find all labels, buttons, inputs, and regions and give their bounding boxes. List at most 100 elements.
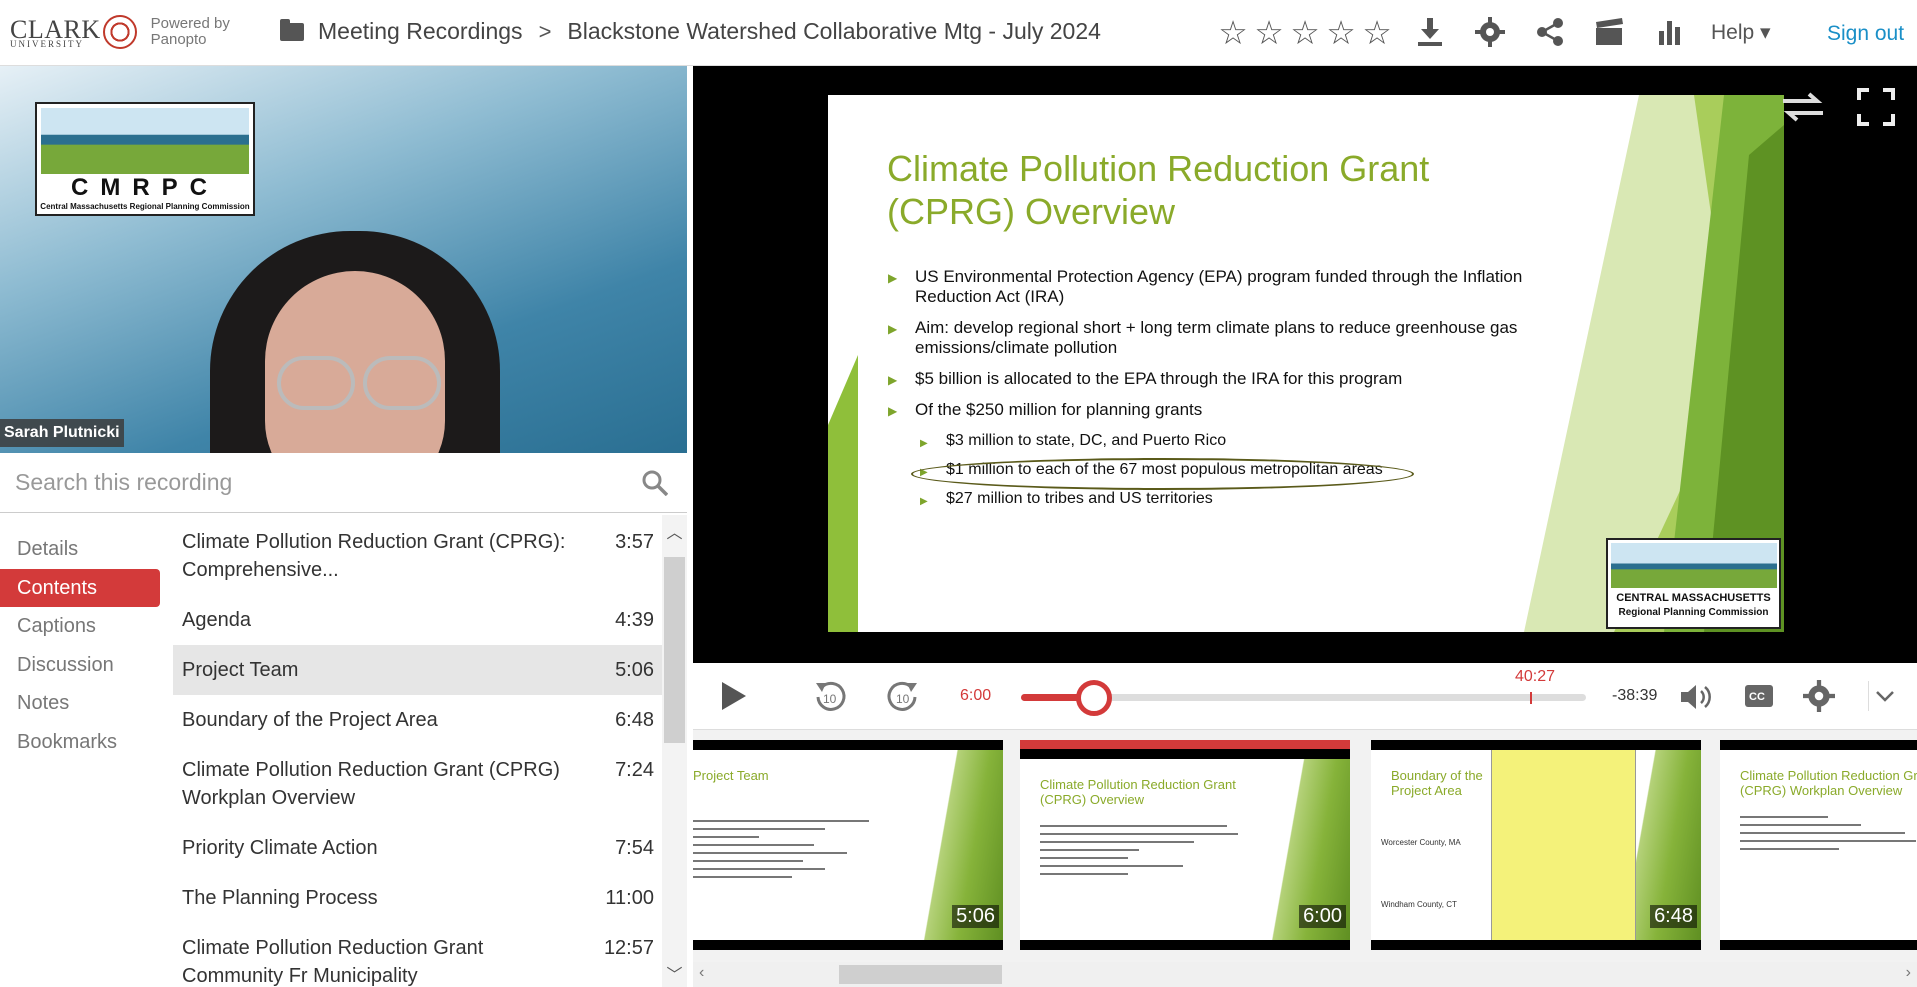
star-icon[interactable]: ☆: [1287, 13, 1323, 52]
star-icon[interactable]: ☆: [1359, 13, 1395, 52]
cmrpc-logo: CMRPC Central Massachusetts Regional Pla…: [35, 102, 255, 216]
volume-icon[interactable]: [1678, 679, 1714, 715]
remaining-time: -38:39: [1612, 687, 1658, 704]
tab-discussion[interactable]: Discussion: [0, 646, 170, 685]
thumbnail-card-current[interactable]: Climate Pollution Reduction Grant (CPRG)…: [1020, 740, 1350, 950]
thumbnail-title: Climate Pollution Reduction Grant (CPRG)…: [1740, 768, 1917, 798]
seek-bar-marker[interactable]: [1529, 692, 1532, 704]
breadcrumb-folder-link[interactable]: Meeting Recordings: [318, 18, 523, 45]
slide-sub-bullet: $3 million to state, DC, and Puerto Rico: [888, 431, 1568, 454]
fullscreen-icon[interactable]: [1851, 82, 1901, 132]
rewind-10-icon[interactable]: 10: [810, 677, 850, 717]
list-item-time: 11:00: [605, 887, 654, 909]
slide-title: Climate Pollution Reduction Grant (CPRG)…: [887, 148, 1430, 232]
thumbnail-text-lines: [1740, 816, 1917, 856]
slide-logo-line1: CENTRAL MASSACHUSETTS: [1616, 592, 1771, 604]
thumbnail-label: Worcester County, MA: [1381, 838, 1461, 847]
folder-icon: [280, 18, 304, 41]
list-item-title: Climate Pollution Reduction Grant (CPRG)…: [182, 531, 566, 581]
side-tabs: Details Contents Captions Discussion Not…: [0, 530, 170, 761]
list-item-selected[interactable]: Project Team 5:06: [173, 645, 663, 695]
share-icon[interactable]: [1525, 12, 1575, 52]
list-item-time: 5:06: [615, 659, 654, 681]
search-bar: [0, 453, 687, 513]
slide-left-decoration: [828, 355, 858, 632]
list-item-title: The Planning Process: [182, 887, 378, 909]
forward-10-icon[interactable]: 10: [883, 677, 923, 717]
rating-stars: ☆ ☆ ☆ ☆ ☆: [1215, 13, 1395, 52]
thumbnail-card[interactable]: Climate Pollution Reduction Grant (CPRG)…: [1720, 740, 1917, 950]
thumbnail-time: 5:06: [952, 905, 999, 928]
highlight-ellipse: [911, 458, 1414, 490]
glasses-left-lens: [277, 356, 355, 410]
breadcrumb: Meeting Recordings > Blackstone Watershe…: [280, 18, 1101, 45]
search-icon[interactable]: [642, 470, 668, 496]
seek-handle[interactable]: [1076, 680, 1113, 716]
tab-contents[interactable]: Contents: [0, 568, 160, 607]
download-icon[interactable]: [1405, 12, 1455, 52]
top-bar: CLARK UNIVERSITY Powered by Panopto Meet…: [0, 0, 1917, 66]
chevron-left-icon[interactable]: ‹: [699, 964, 704, 982]
list-item[interactable]: Climate Pollution Reduction Grant (CPRG)…: [173, 517, 663, 595]
presentation-slide: Climate Pollution Reduction Grant (CPRG)…: [828, 95, 1784, 632]
play-icon[interactable]: [717, 679, 751, 713]
list-item[interactable]: Priority Climate Action 7:54: [173, 823, 663, 873]
stats-bar-chart-icon[interactable]: [1645, 12, 1695, 52]
tab-bookmarks[interactable]: Bookmarks: [0, 723, 170, 762]
list-item[interactable]: Boundary of the Project Area 6:48: [173, 695, 663, 745]
thumbnail-card[interactable]: Boundary of the Project Area Worcester C…: [1371, 740, 1701, 950]
thumbnail-card[interactable]: Project Team 5:06: [693, 740, 1003, 950]
slide-thumbnail-strip: Project Team 5:06 Climate Pollution Redu…: [693, 730, 1917, 987]
list-item[interactable]: Agenda 4:39: [173, 595, 663, 645]
chevron-up-icon[interactable]: ︿: [662, 519, 687, 543]
list-item-title: Climate Pollution Reduction Grant Commun…: [182, 937, 484, 987]
tab-captions[interactable]: Captions: [0, 607, 170, 646]
seek-bar[interactable]: [1021, 680, 1586, 716]
cmrpc-logo-subtitle: Central Massachusetts Regional Planning …: [40, 202, 250, 211]
thumbnail-text-lines: [693, 820, 913, 884]
closed-captions-icon[interactable]: CC: [1742, 681, 1776, 711]
thumbnail-time: 6:48: [1650, 905, 1697, 928]
star-icon[interactable]: ☆: [1323, 13, 1359, 52]
svg-text:CC: CC: [1749, 691, 1765, 703]
star-icon[interactable]: ☆: [1215, 13, 1251, 52]
settings-gear-icon[interactable]: [1465, 12, 1515, 52]
slide-bullet: $5 billion is allocated to the EPA throu…: [888, 369, 1568, 390]
header-toolbar: ☆ ☆ ☆ ☆ ☆ Help ▾: [1215, 12, 1771, 52]
tab-notes[interactable]: Notes: [0, 684, 170, 723]
clark-university-logo[interactable]: CLARK UNIVERSITY Powered by Panopto: [10, 15, 230, 49]
chevron-right-icon[interactable]: ›: [1906, 964, 1911, 982]
list-item[interactable]: Climate Pollution Reduction Grant (CPRG)…: [173, 745, 663, 823]
slide-sub-bullet: $27 million to tribes and US territories: [888, 489, 1568, 512]
powered-by-panopto: Powered by Panopto: [150, 15, 230, 48]
edit-clapperboard-icon[interactable]: [1585, 12, 1635, 52]
help-menu[interactable]: Help ▾: [1711, 20, 1771, 45]
thumbnail-time: 6:00: [1299, 905, 1346, 928]
scrollbar-thumb[interactable]: [839, 965, 1002, 984]
list-item[interactable]: The Planning Process 11:00: [173, 873, 663, 923]
svg-text:10: 10: [823, 692, 837, 706]
slide-bullet: US Environmental Protection Agency (EPA)…: [888, 267, 1568, 307]
scrollbar-thumb[interactable]: [664, 557, 685, 743]
chevron-down-icon[interactable]: ﹀: [662, 961, 687, 985]
bookmark-marker-time: 40:27: [1515, 668, 1556, 685]
list-item-title: Climate Pollution Reduction Grant (CPRG)…: [182, 759, 560, 809]
thumbnail-title: Project Team: [693, 768, 769, 783]
sign-out-link[interactable]: Sign out: [1827, 22, 1904, 46]
player-settings-gear-icon[interactable]: [1801, 678, 1837, 714]
slide-logo-artwork: [1611, 543, 1777, 588]
thumbnail-image: Climate Pollution Reduction Grant (CPRG)…: [1020, 759, 1350, 940]
thumbnail-title: Climate Pollution Reduction Grant (CPRG)…: [1040, 777, 1236, 807]
list-item[interactable]: Climate Pollution Reduction Grant Commun…: [173, 923, 663, 987]
thumbnail-scrollbar[interactable]: ‹ ›: [693, 962, 1917, 987]
thumbnail-image: Climate Pollution Reduction Grant (CPRG)…: [1720, 750, 1917, 940]
star-icon[interactable]: ☆: [1251, 13, 1287, 52]
cmrpc-logo-text: CMRPC: [71, 174, 219, 201]
tab-details[interactable]: Details: [0, 530, 170, 569]
brand-name: CLARK UNIVERSITY: [10, 15, 101, 49]
contents-scrollbar[interactable]: ︿ ﹀: [662, 515, 687, 987]
search-input[interactable]: [0, 453, 620, 511]
webcam-video[interactable]: CMRPC Central Massachusetts Regional Pla…: [0, 66, 687, 453]
chevron-down-icon[interactable]: [1868, 681, 1900, 711]
swap-streams-icon[interactable]: [1778, 82, 1828, 132]
